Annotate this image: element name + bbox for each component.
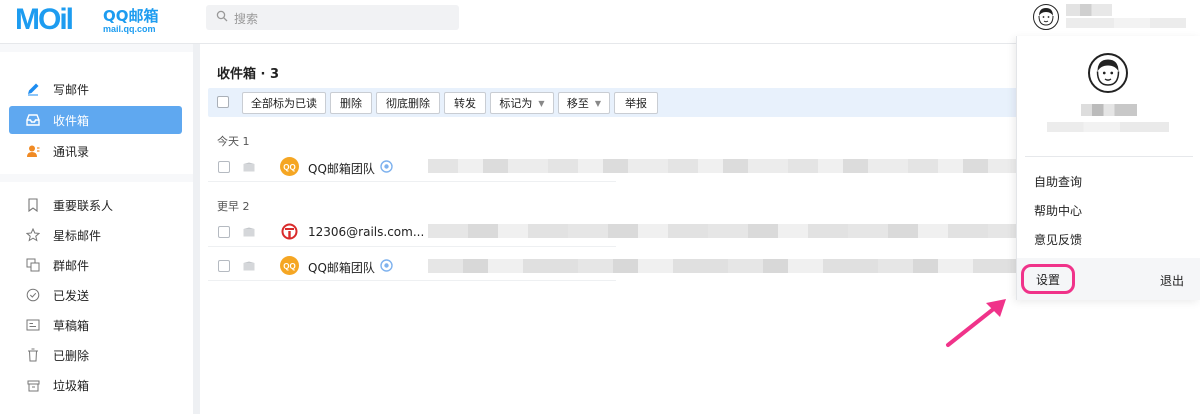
user-avatar[interactable] [1033, 4, 1059, 30]
sent-check-icon [25, 287, 41, 303]
group-mail-label: 群邮件 [53, 258, 90, 273]
sidebar-item-drafts[interactable]: 草稿箱 [0, 310, 89, 340]
caret-down-icon: ▼ [594, 98, 602, 108]
user-menu-dropdown: 自助查询 帮助中心 意见反馈 设置 退出 [1016, 36, 1200, 300]
sidebar-item-spam[interactable]: 垃圾箱 [0, 370, 89, 400]
deleted-label: 已删除 [53, 348, 90, 363]
search-placeholder: 搜索 [234, 12, 259, 26]
mail-sender: QQ邮箱团队 [308, 261, 375, 275]
report-button[interactable]: 举报 [614, 92, 658, 114]
avatar-face-icon [1038, 8, 1054, 26]
menu-item-self-service[interactable]: 自助查询 [1034, 173, 1082, 190]
user-email-blurred [1066, 18, 1186, 28]
row-checkbox[interactable] [218, 161, 230, 173]
envelope-icon [243, 162, 255, 172]
mail-sender: QQ邮箱团队 [308, 162, 375, 176]
user-email-blurred [1047, 122, 1169, 132]
mark-all-read-button[interactable]: 全部标为已读 [242, 92, 326, 114]
envelope-icon [243, 261, 255, 271]
menu-item-feedback[interactable]: 意见反馈 [1034, 231, 1082, 248]
caret-down-icon: ▼ [538, 98, 545, 108]
sidebar-item-inbox[interactable]: 收件箱 [9, 106, 182, 134]
move-to-label: 移至 [566, 97, 589, 110]
annotation-arrow-icon [946, 299, 1006, 347]
logo-name: QQ邮箱 [103, 7, 159, 25]
settings-button[interactable]: 设置 [1021, 264, 1075, 294]
menu-item-help-center[interactable]: 帮助中心 [1034, 202, 1082, 219]
dropdown-footer: 设置 退出 [1017, 258, 1200, 300]
delete-forever-button[interactable]: 彻底删除 [376, 92, 440, 114]
search-input[interactable]: 搜索 [206, 5, 459, 30]
section-earlier: 更早 2 [217, 200, 250, 213]
sidebar-gutter [193, 44, 200, 414]
logout-button[interactable]: 退出 [1160, 272, 1184, 289]
logo-domain: mail.qq.com [103, 24, 156, 34]
forward-button[interactable]: 转发 [444, 92, 486, 114]
sidebar-item-group-mail[interactable]: 群邮件 [0, 250, 89, 280]
delete-button[interactable]: 删除 [330, 92, 372, 114]
sidebar-item-contacts[interactable]: 通讯录 [0, 136, 89, 166]
svg-text:QQ: QQ [283, 262, 295, 271]
pencil-icon [25, 81, 41, 97]
mail-sender: 12306@rails.com... [308, 225, 425, 239]
railway-logo-icon [281, 223, 298, 240]
user-name-blurred [1081, 104, 1137, 116]
star-icon [25, 227, 41, 243]
sidebar-item-deleted[interactable]: 已删除 [0, 340, 89, 370]
spam-label: 垃圾箱 [53, 378, 90, 393]
qq-avatar: QQ [280, 157, 299, 176]
sidebar-item-starred[interactable]: 星标邮件 [0, 220, 101, 250]
inbox-label: 收件箱 [53, 113, 90, 128]
drafts-icon [25, 317, 41, 333]
group-mail-icon [25, 257, 41, 273]
contacts-label: 通讯录 [53, 144, 90, 159]
starred-label: 星标邮件 [53, 228, 102, 243]
official-badge-icon [380, 259, 393, 272]
section-today: 今天 1 [217, 135, 250, 148]
logo-mark: MOil [15, 3, 74, 36]
bookmark-icon [25, 197, 41, 213]
user-avatar-large [1088, 53, 1128, 93]
compose-button[interactable]: 写邮件 [0, 74, 89, 104]
page-title: 收件箱 · 3 [217, 67, 280, 82]
sidebar-item-vip-contacts[interactable]: 重要联系人 [0, 190, 113, 220]
contacts-icon [25, 143, 41, 159]
move-to-dropdown[interactable]: 移至 ▼ [558, 92, 610, 114]
trash-icon [25, 347, 41, 363]
row-checkbox[interactable] [218, 226, 230, 238]
official-badge-icon [380, 160, 393, 173]
sidebar-item-sent[interactable]: 已发送 [0, 280, 89, 310]
avatar-face-icon [1096, 59, 1120, 86]
user-name-blurred [1066, 4, 1112, 16]
compose-label: 写邮件 [53, 82, 90, 97]
row-checkbox[interactable] [218, 260, 230, 272]
vip-contacts-label: 重要联系人 [53, 198, 114, 213]
svg-text:QQ: QQ [283, 163, 295, 172]
sidebar: 写邮件 收件箱 通讯录 重要联系人 星标邮件 群邮件 已发送 草稿箱 已删除 垃… [0, 44, 200, 414]
sent-label: 已发送 [53, 288, 90, 303]
search-icon [216, 10, 228, 22]
inbox-icon [25, 112, 41, 128]
mark-as-label: 标记为 [499, 97, 533, 110]
envelope-icon [243, 227, 255, 237]
divider [1025, 156, 1193, 157]
select-all-checkbox[interactable] [217, 96, 229, 108]
spam-bin-icon [25, 377, 41, 393]
qq-mail-logo[interactable]: MOil QQ邮箱 mail.qq.com [15, 3, 165, 39]
mark-as-dropdown[interactable]: 标记为 ▼ [490, 92, 554, 114]
drafts-label: 草稿箱 [53, 318, 90, 333]
qq-avatar: QQ [280, 256, 299, 275]
